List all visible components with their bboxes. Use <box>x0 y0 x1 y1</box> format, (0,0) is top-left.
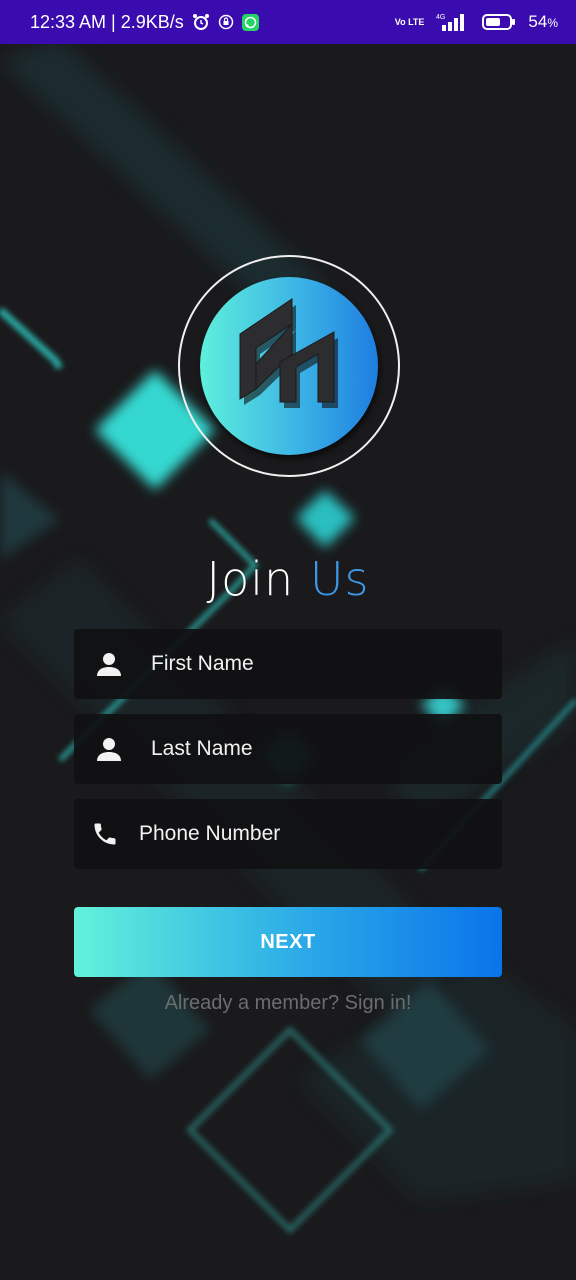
status-bar: 12:33 AM | 2.9KB/s Vo LTE 4G 54% <box>0 0 576 44</box>
person-icon <box>74 629 144 699</box>
location-lock-icon <box>218 14 234 30</box>
signal-icon: 4G <box>436 12 470 32</box>
title-word-join: Join <box>206 552 295 606</box>
logo-mark-icon <box>239 298 338 408</box>
status-time-speed: 12:33 AM | 2.9KB/s <box>30 11 184 32</box>
sign-in-link[interactable]: Already a member? Sign in! <box>0 992 576 1015</box>
battery-percent: 54% <box>528 12 558 32</box>
volte-indicator: Vo LTE <box>394 16 425 27</box>
last-name-placeholder[interactable]: Last Name <box>151 737 253 761</box>
phone-number-placeholder[interactable]: Phone Number <box>139 822 280 846</box>
network-gen-label: 4G <box>436 14 445 21</box>
whatsapp-icon <box>241 13 259 31</box>
battery-icon <box>482 13 516 31</box>
title-word-us: Us <box>309 552 370 606</box>
person-icon <box>74 714 144 784</box>
battery-unit: % <box>547 16 558 30</box>
first-name-field[interactable]: First Name <box>74 629 502 699</box>
last-name-field[interactable]: Last Name <box>74 714 502 784</box>
first-name-placeholder[interactable]: First Name <box>151 652 254 676</box>
next-button[interactable]: NEXT <box>74 907 502 977</box>
status-right: Vo LTE 4G 54% <box>395 12 558 32</box>
status-left: 12:33 AM | 2.9KB/s <box>30 12 259 33</box>
phone-number-field[interactable]: Phone Number <box>74 799 502 869</box>
app-logo <box>200 277 378 455</box>
battery-value: 54 <box>528 12 548 31</box>
phone-icon <box>74 799 136 869</box>
page-title: Join Us <box>0 552 576 606</box>
alarm-icon <box>192 13 210 31</box>
